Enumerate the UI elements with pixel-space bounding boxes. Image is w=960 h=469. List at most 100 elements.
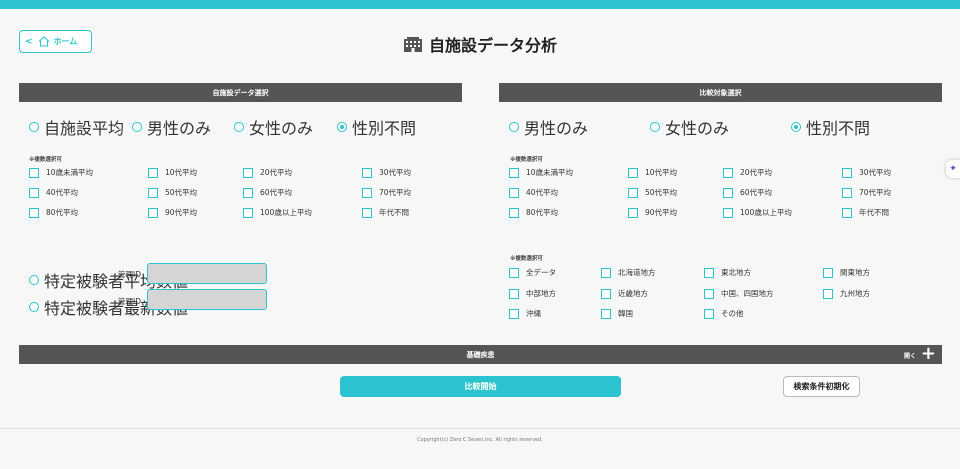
radio-compare-any-gender[interactable]: 性別不問 (791, 115, 870, 139)
compare-age-checkbox[interactable]: 40代平均 (509, 187, 558, 198)
compare-age-checkbox[interactable]: 10歳未満平均 (509, 167, 573, 178)
region-checkbox[interactable]: 中国、四国地方 (704, 288, 774, 299)
age-checkbox[interactable]: 20代平均 (243, 167, 292, 178)
checkbox-box (704, 308, 714, 319)
radio-label: 男性のみ (524, 119, 589, 138)
checkbox-label: 10歳未満平均 (526, 168, 574, 177)
checkbox-box (243, 167, 253, 178)
checkbox-box (29, 187, 39, 198)
radio-compare-male-only[interactable]: 男性のみ (509, 115, 588, 139)
checkbox-box (148, 187, 158, 198)
age-checkbox[interactable]: 70代平均 (362, 187, 411, 198)
region-checkbox[interactable]: 北海道地方 (601, 267, 656, 278)
radio-label: 女性のみ (665, 119, 730, 138)
radio-compare-female-only[interactable]: 女性のみ (650, 115, 729, 139)
management-id-input[interactable] (147, 263, 267, 284)
age-checkbox[interactable]: 50代平均 (148, 187, 197, 198)
sparkle-icon[interactable]: ✦ (946, 160, 960, 178)
checkbox-box (704, 288, 714, 299)
age-checkbox[interactable]: 80代平均 (29, 207, 78, 218)
region-checkbox[interactable]: 中部地方 (509, 288, 556, 299)
checkbox-box (601, 288, 611, 299)
management-id-label: 管理ID (118, 297, 141, 306)
multi-select-note: ※複数選択可 (510, 157, 543, 163)
checkbox-box (842, 187, 852, 198)
checkbox-label: 30代平均 (379, 168, 412, 177)
region-checkbox[interactable]: 関東地方 (823, 267, 870, 278)
compare-age-checkbox[interactable]: 80代平均 (509, 207, 558, 218)
checkbox-box (628, 207, 638, 218)
underlying-disease-bar[interactable]: 基礎疾患 開く + (19, 344, 942, 364)
checkbox-label: その他 (721, 309, 744, 318)
checkbox-box (243, 207, 253, 218)
checkbox-label: 50代平均 (645, 188, 678, 197)
open-label[interactable]: 開く (904, 351, 916, 360)
age-checkbox[interactable]: 100歳以上平均 (243, 207, 312, 218)
radio-circle (29, 122, 39, 132)
radio-circle (29, 302, 39, 312)
checkbox-box (842, 167, 852, 178)
management-id-input[interactable] (147, 289, 267, 310)
compare-age-checkbox[interactable]: 年代不問 (842, 207, 889, 218)
checkbox-box (148, 167, 158, 178)
checkbox-box (723, 187, 733, 198)
checkbox-label: 10代平均 (645, 168, 678, 177)
compare-age-checkbox[interactable]: 60代平均 (723, 187, 772, 198)
region-checkbox[interactable]: 沖縄 (509, 308, 541, 319)
checkbox-label: 北海道地方 (618, 268, 656, 277)
age-checkbox[interactable]: 年代不問 (362, 207, 409, 218)
radio-circle (29, 275, 39, 285)
age-checkbox[interactable]: 90代平均 (148, 207, 197, 218)
checkbox-label: 40代平均 (526, 188, 559, 197)
region-checkbox[interactable]: 近畿地方 (601, 288, 648, 299)
radio-own-average[interactable]: 自施設平均 (29, 115, 124, 139)
age-checkbox[interactable]: 30代平均 (362, 167, 411, 178)
checkbox-box (628, 167, 638, 178)
region-checkbox[interactable]: 全データ (509, 267, 556, 278)
radio-circle (509, 122, 519, 132)
checkbox-label: 中部地方 (526, 289, 556, 298)
checkbox-box (723, 207, 733, 218)
checkbox-box (362, 187, 372, 198)
page-title-wrap: 自施設データ分析 (0, 32, 960, 56)
checkbox-label: 近畿地方 (618, 289, 648, 298)
compare-age-checkbox[interactable]: 70代平均 (842, 187, 891, 198)
compare-start-button[interactable]: 比較開始 (340, 376, 621, 397)
compare-age-checkbox[interactable]: 10代平均 (628, 167, 677, 178)
checkbox-label: 90代平均 (645, 208, 678, 217)
radio-female-only[interactable]: 女性のみ (234, 115, 313, 139)
radio-circle (132, 122, 142, 132)
age-checkbox[interactable]: 10歳未満平均 (29, 167, 93, 178)
checkbox-box (823, 267, 833, 278)
plus-icon[interactable]: + (921, 344, 936, 364)
compare-age-checkbox[interactable]: 50代平均 (628, 187, 677, 198)
checkbox-box (362, 167, 372, 178)
checkbox-label: 韓国 (618, 309, 633, 318)
compare-age-checkbox[interactable]: 20代平均 (723, 167, 772, 178)
management-id-label: 管理ID (118, 270, 141, 279)
checkbox-label: 100歳以上平均 (260, 208, 312, 217)
radio-any-gender[interactable]: 性別不問 (337, 115, 416, 139)
reset-conditions-button[interactable]: 検索条件初期化 (783, 376, 860, 397)
checkbox-box (601, 308, 611, 319)
radio-male-only[interactable]: 男性のみ (132, 115, 211, 139)
region-checkbox[interactable]: 九州地方 (823, 288, 870, 299)
checkbox-box (628, 187, 638, 198)
checkbox-box (823, 288, 833, 299)
region-checkbox[interactable]: その他 (704, 308, 744, 319)
compare-age-checkbox[interactable]: 90代平均 (628, 207, 677, 218)
radio-label: 性別不問 (352, 119, 417, 138)
region-checkbox[interactable]: 韓国 (601, 308, 633, 319)
checkbox-box (362, 207, 372, 218)
age-checkbox[interactable]: 10代平均 (148, 167, 197, 178)
age-checkbox[interactable]: 60代平均 (243, 187, 292, 198)
checkbox-label: 90代平均 (165, 208, 198, 217)
compare-age-checkbox[interactable]: 30代平均 (842, 167, 891, 178)
radio-circle (234, 122, 244, 132)
age-checkbox[interactable]: 40代平均 (29, 187, 78, 198)
region-checkbox[interactable]: 東北地方 (704, 267, 751, 278)
radio-label: 男性のみ (147, 119, 212, 138)
checkbox-label: 20代平均 (740, 168, 773, 177)
checkbox-label: 70代平均 (859, 188, 892, 197)
compare-age-checkbox[interactable]: 100歳以上平均 (723, 207, 792, 218)
